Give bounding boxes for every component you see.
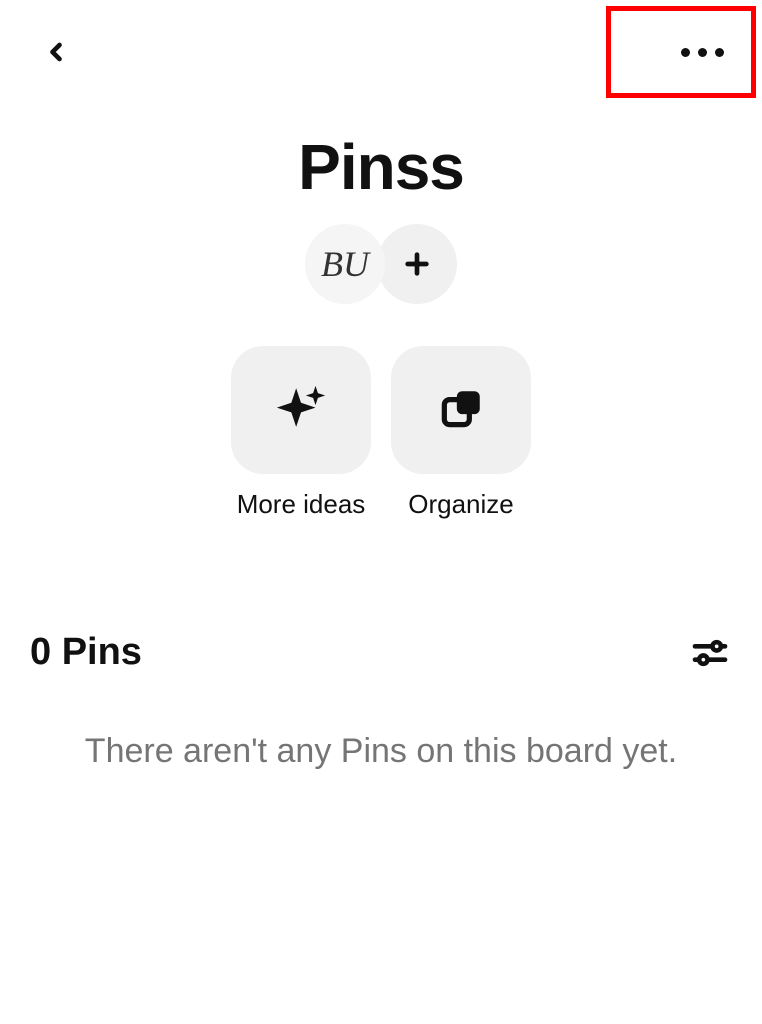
more-ideas-button[interactable] <box>231 346 371 474</box>
plus-icon <box>401 248 433 280</box>
organize-label: Organize <box>408 488 514 521</box>
more-ideas-label: More ideas <box>237 488 366 521</box>
board-title: Pinss <box>0 130 762 204</box>
pins-header-row: 0 Pins <box>0 631 762 675</box>
filter-icon <box>690 633 730 673</box>
more-ideas-item: More ideas <box>231 346 371 521</box>
pins-count: 0 Pins <box>30 631 142 674</box>
add-collaborator-button[interactable] <box>377 224 457 304</box>
chevron-left-icon <box>42 38 70 66</box>
empty-state-message: There aren't any Pins on this board yet. <box>0 729 762 775</box>
sparkle-icon <box>272 381 330 439</box>
collaborators-row: BU <box>0 224 762 304</box>
filter-button[interactable] <box>688 631 732 675</box>
more-dots-icon <box>681 48 690 57</box>
avatar-initials: BU <box>321 243 369 285</box>
organize-button[interactable] <box>391 346 531 474</box>
user-avatar[interactable]: BU <box>305 224 385 304</box>
more-options-button[interactable] <box>672 32 732 72</box>
organize-item: Organize <box>391 346 531 521</box>
organize-icon <box>436 385 486 435</box>
board-actions-row: More ideas Organize <box>0 346 762 521</box>
back-button[interactable] <box>36 32 76 72</box>
